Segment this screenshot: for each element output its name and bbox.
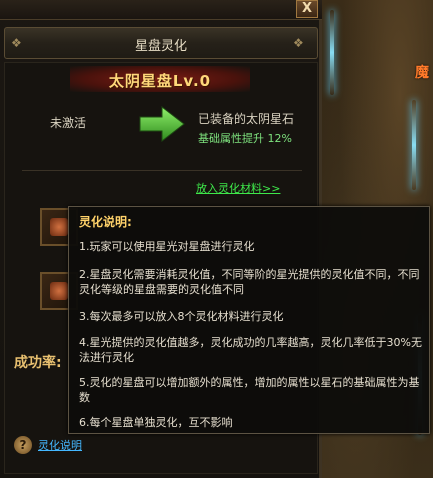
help-icon: ? xyxy=(14,436,32,454)
star-disk-name: 太阴星盘Lv.0 xyxy=(108,72,212,90)
title-bar: ❖ 星盘灵化 ❖ xyxy=(4,27,318,59)
panel-top-bar xyxy=(0,0,322,20)
equipped-star-stone: 已装备的太阴星石 xyxy=(198,112,295,126)
success-rate-label: 成功率: xyxy=(14,355,62,371)
tooltip-title: 灵化说明: xyxy=(79,215,132,229)
material-gem-icon xyxy=(50,218,68,236)
light-beam xyxy=(412,100,416,190)
tooltip-item: 5.灵化的星盘可以增加额外的属性，增加的属性以星石的基础属性为基数 xyxy=(79,376,420,404)
spiritualize-help-tooltip: 灵化说明: 1.玩家可以使用星光对星盘进行灵化 2.星盘灵化需要消耗灵化值，不同… xyxy=(68,206,430,434)
add-materials-link[interactable]: 放入灵化材料>> xyxy=(196,180,280,196)
base-attribute-bonus: 基础属性提升 12% xyxy=(198,132,292,145)
tooltip-item: 3.每次最多可以放入8个灵化材料进行灵化 xyxy=(79,310,284,323)
divider xyxy=(22,170,302,171)
help-link[interactable]: ? 灵化说明 xyxy=(14,436,82,454)
activation-status: 未激活 xyxy=(50,116,87,130)
tooltip-item: 6.每个星盘单独灵化，互不影响 xyxy=(79,416,233,429)
green-arrow-icon xyxy=(138,104,186,147)
tooltip-item: 2.星盘灵化需要消耗灵化值，不同等阶的星光提供的灵化值不同，不同灵化等级的星盘需… xyxy=(79,268,420,296)
tooltip-item: 1.玩家可以使用星光对星盘进行灵化 xyxy=(79,240,255,253)
panel-title: 星盘灵化 xyxy=(134,39,187,54)
help-link-label[interactable]: 灵化说明 xyxy=(38,437,82,453)
tooltip-item: 4.星光提供的灵化值越多，灵化成功的几率越高，灵化几率低于30%无法进行灵化 xyxy=(79,336,422,364)
ornament-icon: ❖ xyxy=(293,36,304,50)
npc-name-fragment: 魔 xyxy=(415,65,429,81)
material-gem-icon xyxy=(50,282,68,300)
light-beam xyxy=(330,10,334,95)
close-button[interactable]: X xyxy=(296,0,318,18)
